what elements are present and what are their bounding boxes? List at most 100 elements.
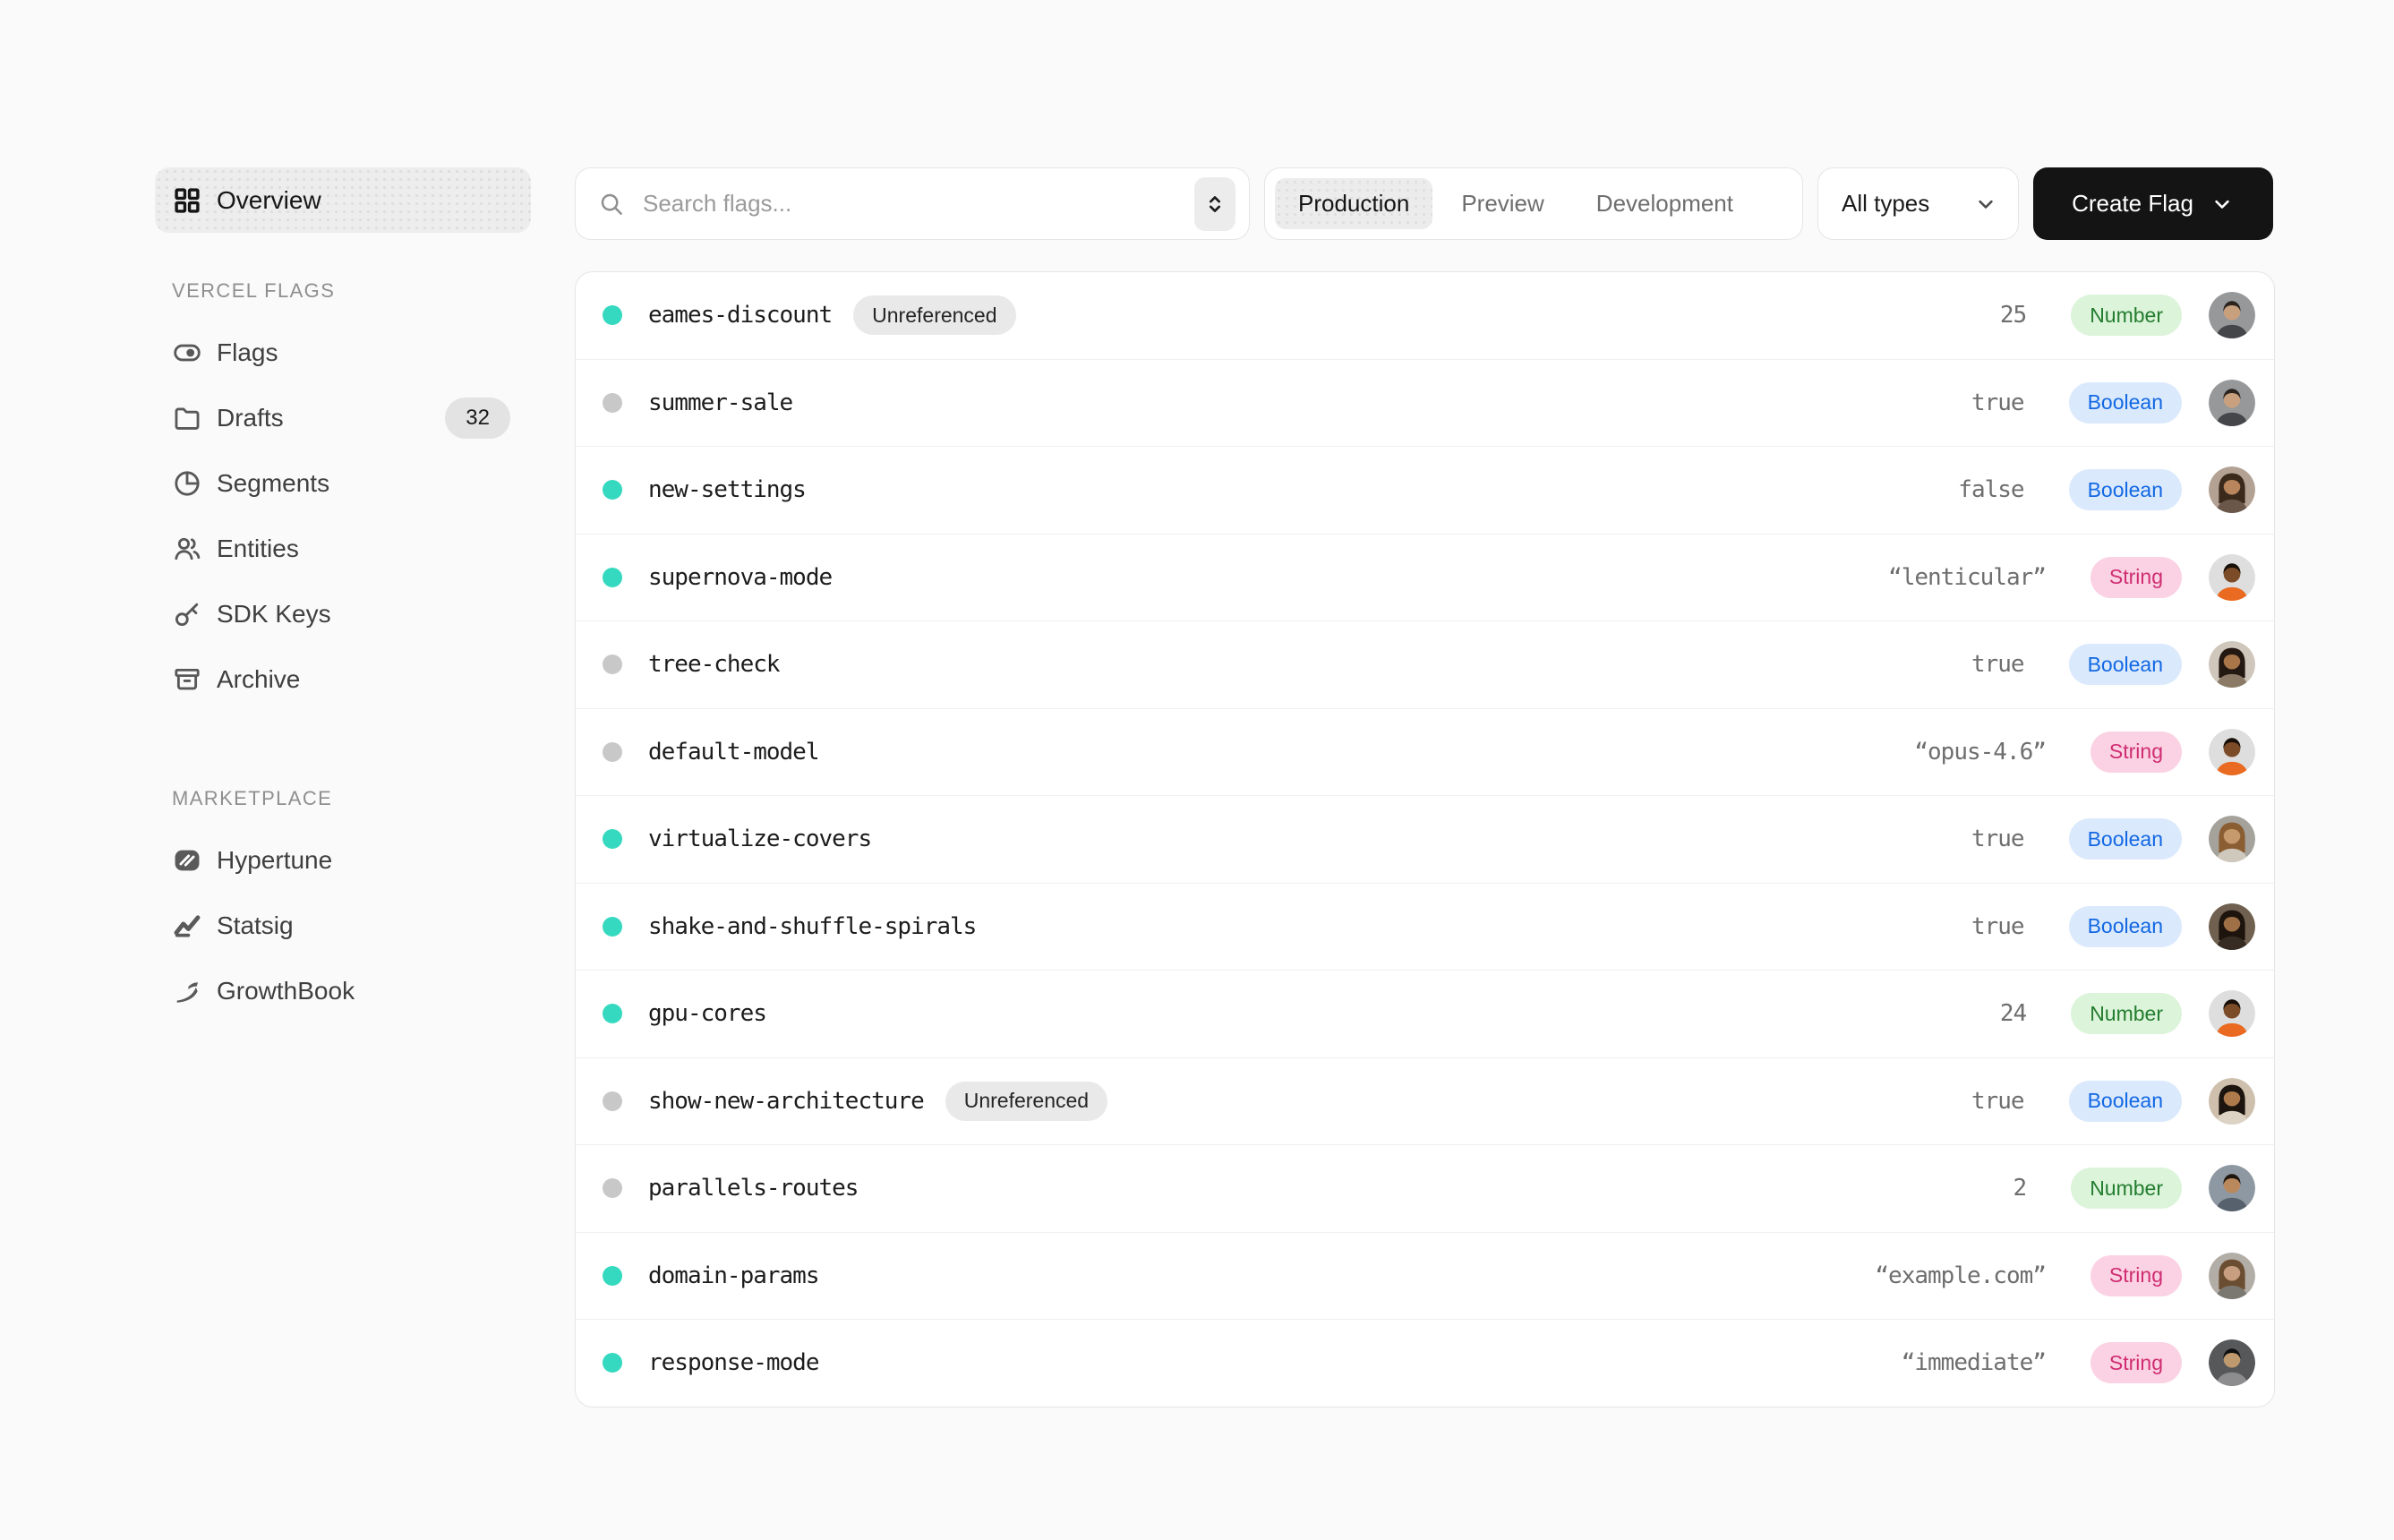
tab-development[interactable]: Development xyxy=(1573,178,1757,229)
flag-value: “immediate” xyxy=(1902,1349,2046,1376)
sidebar-item-segments[interactable]: Segments xyxy=(155,450,531,516)
status-dot-active xyxy=(603,480,622,500)
sidebar-item-label: GrowthBook xyxy=(217,977,355,1005)
toggle-icon xyxy=(172,338,202,368)
flag-row[interactable]: summer-saletrueBoolean xyxy=(576,360,2274,448)
tab-preview[interactable]: Preview xyxy=(1438,178,1567,229)
type-badge-string: String xyxy=(2090,1255,2182,1296)
search-box xyxy=(575,167,1250,240)
avatar xyxy=(2209,1165,2255,1211)
flag-value: true xyxy=(1971,389,2024,416)
chevron-down-icon xyxy=(1973,192,1998,217)
sidebar-item-label: Segments xyxy=(217,469,329,498)
sidebar-item-archive[interactable]: Archive xyxy=(155,646,531,712)
flag-row[interactable]: eames-discountUnreferenced25Number xyxy=(576,272,2274,360)
status-dot-active xyxy=(603,1266,622,1286)
avatar xyxy=(2209,380,2255,426)
avatar xyxy=(2209,990,2255,1037)
flag-row[interactable]: parallels-routes2Number xyxy=(576,1145,2274,1233)
sidebar-item-label: Entities xyxy=(217,535,299,563)
flag-name: response-mode xyxy=(648,1349,819,1376)
users-icon xyxy=(172,534,202,564)
sidebar-item-growthbook[interactable]: GrowthBook xyxy=(155,958,531,1023)
type-badge-string: String xyxy=(2090,1342,2182,1383)
avatar xyxy=(2209,554,2255,601)
flag-list: eames-discountUnreferenced25Numbersummer… xyxy=(575,271,2275,1407)
create-flag-label: Create Flag xyxy=(2072,190,2193,218)
status-dot-inactive xyxy=(603,393,622,413)
flag-value: true xyxy=(1971,826,2024,852)
flag-row[interactable]: shake-and-shuffle-spiralstrueBoolean xyxy=(576,884,2274,971)
flag-value: true xyxy=(1971,913,2024,940)
flag-row[interactable]: show-new-architectureUnreferencedtrueBoo… xyxy=(576,1058,2274,1146)
growthbook-logo xyxy=(172,976,202,1006)
flag-value: 24 xyxy=(2000,1000,2026,1027)
type-badge-boolean: Boolean xyxy=(2069,469,2182,510)
environment-tabs: ProductionPreviewDevelopment xyxy=(1264,167,1803,240)
flag-value: “example.com” xyxy=(1875,1262,2046,1289)
flag-row[interactable]: response-mode “immediate” String xyxy=(576,1320,2274,1407)
flag-row[interactable]: domain-params “example.com” String xyxy=(576,1233,2274,1321)
sidebar-item-label: Hypertune xyxy=(217,846,332,875)
sidebar-item-label: Drafts xyxy=(217,404,284,432)
avatar xyxy=(2209,466,2255,513)
unreferenced-badge: Unreferenced xyxy=(945,1082,1107,1121)
flag-row[interactable]: gpu-cores 24 Number xyxy=(576,971,2274,1058)
create-flag-button[interactable]: Create Flag xyxy=(2033,167,2273,240)
tab-production[interactable]: Production xyxy=(1275,178,1432,229)
grid-icon xyxy=(172,185,202,216)
status-dot-active xyxy=(603,917,622,937)
sidebar-item-entities[interactable]: Entities xyxy=(155,516,531,581)
avatar xyxy=(2209,292,2255,338)
type-badge-boolean: Boolean xyxy=(2069,382,2182,424)
flag-value: true xyxy=(1971,1088,2024,1115)
status-dot-active xyxy=(603,305,622,325)
sidebar-item-statsig[interactable]: Statsig xyxy=(155,893,531,958)
flag-name: domain-params xyxy=(648,1262,819,1289)
flag-value: 2 xyxy=(2014,1175,2027,1202)
unreferenced-badge: Unreferenced xyxy=(853,295,1015,335)
search-icon xyxy=(598,191,625,218)
sidebar-item-hypertune[interactable]: Hypertune xyxy=(155,827,531,893)
type-badge-number: Number xyxy=(2071,993,2182,1034)
flag-value: “opus-4.6” xyxy=(1914,739,2046,766)
sidebar-item-flags[interactable]: Flags xyxy=(155,320,531,385)
flag-name: parallels-routes xyxy=(648,1175,858,1202)
type-badge-number: Number xyxy=(2071,295,2182,336)
flag-row[interactable]: new-settingsfalseBoolean xyxy=(576,447,2274,535)
folder-icon xyxy=(172,403,202,433)
flag-row[interactable]: virtualize-coverstrueBoolean xyxy=(576,796,2274,884)
flag-name: virtualize-covers xyxy=(648,826,871,852)
status-dot-active xyxy=(603,829,622,849)
avatar xyxy=(2209,729,2255,775)
sidebar-item-overview[interactable]: Overview xyxy=(155,167,531,233)
archive-icon xyxy=(172,664,202,695)
flag-name: new-settings xyxy=(648,476,806,503)
type-badge-string: String xyxy=(2090,732,2182,773)
status-dot-active xyxy=(603,1004,622,1023)
sidebar-item-label: Statsig xyxy=(217,911,294,940)
avatar xyxy=(2209,641,2255,688)
sidebar-section-label: MARKETPLACE xyxy=(172,787,531,810)
sidebar-item-drafts[interactable]: Drafts32 xyxy=(155,385,531,450)
status-dot-inactive xyxy=(603,654,622,674)
sidebar-item-sdk-keys[interactable]: SDK Keys xyxy=(155,581,531,646)
type-badge-string: String xyxy=(2090,557,2182,598)
type-filter-dropdown[interactable]: All types xyxy=(1817,167,2019,240)
type-badge-boolean: Boolean xyxy=(2069,906,2182,947)
flag-row[interactable]: tree-checktrueBoolean xyxy=(576,621,2274,709)
status-dot-inactive xyxy=(603,1178,622,1198)
sidebar-item-label: Archive xyxy=(217,665,300,694)
flag-row[interactable]: supernova-mode“lenticular”String xyxy=(576,535,2274,622)
type-badge-boolean: Boolean xyxy=(2069,1081,2182,1122)
main-panel: ProductionPreviewDevelopment All types C… xyxy=(575,167,2275,1407)
flag-row[interactable]: default-model“opus-4.6”String xyxy=(576,709,2274,797)
statsig-logo xyxy=(172,911,202,941)
flag-name: gpu-cores xyxy=(648,1000,766,1027)
flag-value: “lenticular” xyxy=(1888,564,2046,591)
flag-value: true xyxy=(1971,651,2024,678)
sort-icon[interactable] xyxy=(1194,177,1235,231)
sidebar-item-label: SDK Keys xyxy=(217,600,331,629)
search-input[interactable] xyxy=(641,189,1178,218)
pie-chart-icon xyxy=(172,468,202,499)
